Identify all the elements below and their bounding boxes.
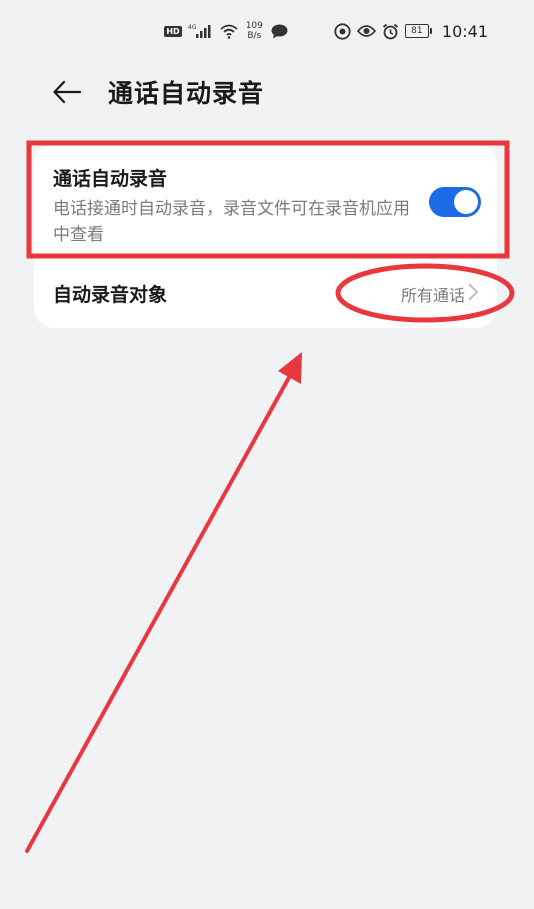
net-speed-unit: B/s bbox=[247, 31, 262, 41]
network-type-label: 4G bbox=[188, 24, 197, 31]
battery-level: 81 bbox=[404, 24, 429, 38]
page-title: 通话自动录音 bbox=[108, 79, 265, 108]
page-header: 通话自动录音 bbox=[52, 72, 264, 112]
record-target-row[interactable]: 自动录音对象 所有通话 bbox=[34, 262, 497, 322]
auto-record-title: 通话自动录音 bbox=[53, 168, 168, 190]
mobile-signal-icon: 4G bbox=[188, 23, 214, 39]
back-button[interactable] bbox=[52, 75, 86, 109]
message-icon bbox=[271, 24, 288, 39]
eye-icon bbox=[356, 24, 376, 38]
battery-icon: 81 bbox=[404, 24, 432, 38]
record-target-title: 自动录音对象 bbox=[53, 284, 168, 306]
status-clock: 10:41 bbox=[441, 21, 488, 41]
net-speed-value: 109 bbox=[245, 21, 263, 31]
annotation-overlay bbox=[25, 140, 515, 853]
arrow-shaft bbox=[25, 370, 294, 853]
net-speed: 109 B/s bbox=[246, 21, 263, 41]
wifi-icon bbox=[220, 24, 238, 39]
toggle-knob bbox=[454, 190, 478, 214]
settings-card: 通话自动录音 电话接通时自动录音，录音文件可在录音机应用中查看 自动录音对象 所… bbox=[34, 144, 497, 328]
auto-record-row[interactable]: 通话自动录音 电话接通时自动录音，录音文件可在录音机应用中查看 bbox=[34, 144, 497, 260]
hd-voice-icon: HD bbox=[164, 25, 182, 37]
status-bar: HD 4G 109 B/s 81 10:41 bbox=[164, 18, 488, 44]
arrow-head bbox=[278, 352, 302, 384]
chevron-right-icon bbox=[468, 283, 479, 301]
alarm-icon bbox=[382, 23, 399, 40]
call-recording-icon bbox=[334, 22, 351, 40]
auto-record-description: 电话接通时自动录音，录音文件可在录音机应用中查看 bbox=[53, 199, 410, 245]
auto-record-toggle[interactable] bbox=[429, 187, 481, 217]
record-target-value: 所有通话 bbox=[400, 286, 465, 305]
back-arrow-icon bbox=[53, 80, 82, 104]
